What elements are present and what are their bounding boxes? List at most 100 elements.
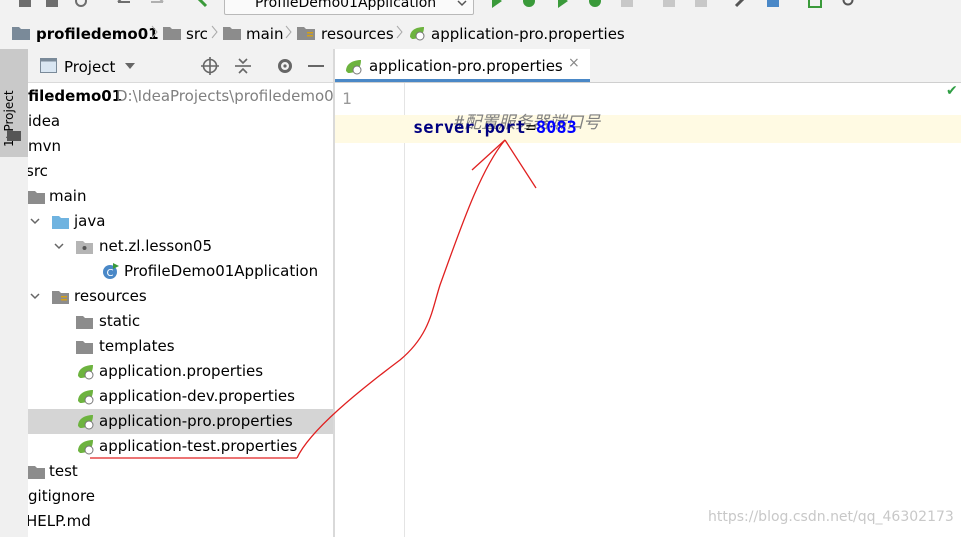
tree-item-label: HELP.md: [28, 512, 91, 530]
run-icon[interactable]: [490, 0, 504, 8]
line-number: 1: [342, 89, 352, 108]
tree-item-label: java: [74, 212, 106, 230]
tree-item-src[interactable]: src: [28, 159, 333, 184]
chevron-right-icon: [285, 25, 292, 39]
project-panel-title[interactable]: Project: [64, 58, 115, 76]
run-configuration-select[interactable]: ProfileDemo01Application: [224, 0, 474, 15]
refresh-icon[interactable]: [74, 0, 88, 8]
search-icon[interactable]: [842, 0, 856, 8]
tree-item-help-md[interactable]: HELP.md: [28, 509, 333, 534]
profile-icon[interactable]: [588, 0, 602, 8]
tree-item-application-dev-properties[interactable]: application-dev.properties: [28, 384, 333, 409]
breadcrumb-main[interactable]: main: [246, 16, 283, 49]
tree-item-idea[interactable]: idea: [28, 109, 333, 134]
resources-folder-icon: [297, 27, 315, 40]
tree-item-resources[interactable]: resources: [28, 284, 333, 309]
collapse-all-icon[interactable]: [234, 57, 252, 75]
editor-tab-bar: application-pro.properties ×: [335, 49, 961, 83]
spring-properties-icon: [78, 390, 94, 405]
source-folder-icon: [52, 216, 69, 229]
tree-item-label: application-pro.properties: [99, 412, 293, 430]
back-icon[interactable]: [117, 0, 131, 8]
structure-icon[interactable]: [766, 0, 780, 8]
spring-properties-icon: [78, 440, 94, 455]
tree-item-application-test-properties[interactable]: application-test.properties: [28, 434, 333, 459]
tree-item-java[interactable]: java: [28, 209, 333, 234]
tree-item-label: templates: [99, 337, 175, 355]
folder-icon: [76, 316, 93, 329]
spring-boot-class-icon: C: [103, 263, 119, 279]
spring-properties-icon: [346, 60, 362, 75]
forward-icon[interactable]: [150, 0, 164, 8]
tree-item-project-root[interactable]: filedemo01 D:\IdeaProjects\profiledemo0: [28, 84, 333, 109]
tree-item-label: main: [49, 187, 87, 205]
breadcrumb-project[interactable]: profiledemo01: [36, 16, 159, 49]
tree-item-main[interactable]: main: [28, 184, 333, 209]
code-editor[interactable]: #配置服务器端口号 server.port=8083: [405, 83, 961, 537]
inspection-ok-icon[interactable]: ✔: [946, 83, 958, 99]
vcs-update-icon[interactable]: [694, 0, 708, 8]
chevron-down-icon: [457, 0, 467, 7]
breadcrumb-file[interactable]: application-pro.properties: [431, 16, 625, 49]
debug-icon[interactable]: [522, 0, 536, 8]
tree-item-label: idea: [28, 112, 61, 130]
terminal-icon[interactable]: [808, 0, 822, 8]
tree-item-test[interactable]: test: [28, 459, 333, 484]
package-icon: [76, 241, 93, 254]
breadcrumb-resources[interactable]: resources: [321, 16, 394, 49]
property-separator: =: [525, 118, 536, 138]
tree-item-label: resources: [74, 287, 147, 305]
tree-item-label: gitignore: [28, 487, 96, 505]
code-line-2: server.port=8083: [413, 118, 577, 138]
build-icon[interactable]: [194, 0, 208, 8]
gear-icon[interactable]: [276, 57, 294, 75]
tree-item-application-class[interactable]: C ProfileDemo01Application: [28, 259, 333, 284]
editor-tab-application-pro[interactable]: application-pro.properties ×: [335, 49, 590, 82]
property-value: 8083: [535, 118, 577, 138]
folder-icon: [163, 27, 181, 40]
locate-icon[interactable]: [201, 57, 219, 75]
tree-item-templates[interactable]: templates: [28, 334, 333, 359]
tree-item-label: src: [28, 162, 48, 180]
editor-tab-label: application-pro.properties: [369, 57, 563, 75]
save-icon[interactable]: [18, 0, 32, 8]
minimize-icon[interactable]: [308, 65, 324, 68]
tree-item-gitignore[interactable]: gitignore: [28, 484, 333, 509]
project-tool-button[interactable]: 1: Project: [0, 49, 28, 157]
tree-item-label: static: [99, 312, 141, 330]
chevron-down-icon[interactable]: [30, 291, 40, 301]
vcs-icon[interactable]: [662, 0, 676, 8]
close-icon[interactable]: ×: [568, 55, 580, 71]
tree-item-application-pro-properties[interactable]: application-pro.properties: [28, 409, 333, 434]
tree-item-label: filedemo01: [28, 87, 123, 105]
chevron-right-icon: [151, 25, 158, 39]
tree-item-mvn[interactable]: mvn: [28, 134, 333, 159]
chevron-right-icon: [396, 25, 403, 39]
tree-item-application-properties[interactable]: application.properties: [28, 359, 333, 384]
property-key: server.port: [413, 118, 526, 138]
chevron-down-icon[interactable]: [125, 62, 135, 70]
folder-icon: [28, 191, 45, 204]
spring-properties-icon: [78, 415, 94, 430]
tree-item-package[interactable]: net.zl.lesson05: [28, 234, 333, 259]
run-configuration-label: ProfileDemo01Application: [255, 0, 437, 11]
settings-icon[interactable]: [734, 0, 748, 8]
folder-icon: [76, 341, 93, 354]
chevron-down-icon[interactable]: [30, 216, 40, 226]
svg-text:C: C: [107, 268, 114, 279]
folder-icon: [7, 130, 21, 141]
chevron-right-icon: [211, 25, 218, 39]
stop-icon[interactable]: [620, 0, 634, 8]
tree-item-label: application-test.properties: [99, 437, 298, 455]
tool-window-strip: 1: Project: [0, 49, 29, 537]
spring-properties-icon: [78, 365, 94, 380]
watermark: https://blog.csdn.net/qq_46302173: [708, 509, 954, 525]
main-toolbar: ProfileDemo01Application: [0, 0, 961, 16]
tree-item-label: mvn: [28, 137, 61, 155]
save-all-icon[interactable]: [45, 0, 59, 8]
chevron-down-icon[interactable]: [54, 241, 64, 251]
tree-item-static[interactable]: static: [28, 309, 333, 334]
project-path: D:\IdeaProjects\profiledemo0: [116, 87, 333, 105]
coverage-icon[interactable]: [556, 0, 570, 8]
breadcrumb-src[interactable]: src: [186, 16, 208, 49]
